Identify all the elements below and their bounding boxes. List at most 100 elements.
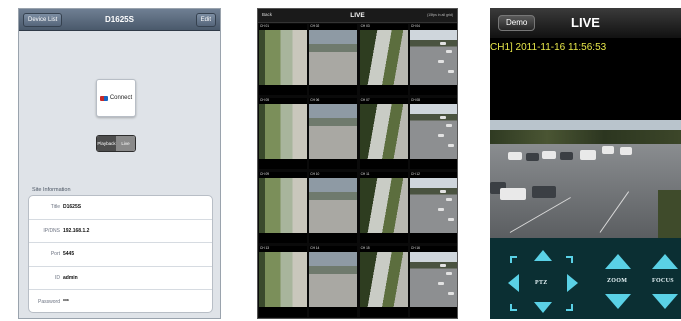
camera-tile[interactable]: CH 15: [359, 246, 408, 317]
zoom-in-icon[interactable]: [605, 254, 631, 269]
channel-label: CH 01: [260, 24, 270, 28]
field-label: ID: [55, 275, 60, 282]
channel-label: CH 08: [410, 98, 420, 102]
camera-feed: [359, 178, 408, 233]
video-car: [500, 188, 526, 200]
field-value: 192.168.1.2: [63, 227, 90, 234]
camera-tile[interactable]: CH 09: [259, 172, 307, 243]
video-car: [437, 208, 444, 211]
field-label: Password: [38, 299, 60, 306]
playback-segment[interactable]: Playback: [97, 136, 116, 151]
camera-tile[interactable]: CH 05: [259, 98, 307, 169]
edit-button[interactable]: Edit: [195, 13, 216, 27]
camera-tile[interactable]: CH 01: [259, 24, 307, 95]
camera-video-view[interactable]: [490, 120, 681, 238]
video-car: [602, 146, 614, 154]
video-car: [542, 151, 556, 159]
zoom-label: ZOOM: [607, 278, 628, 284]
channel-label: CH 11: [360, 172, 370, 176]
channel-label: CH 10: [310, 172, 320, 176]
camera-feed: [309, 252, 358, 307]
video-car: [508, 152, 522, 160]
camera-tile[interactable]: CH 12: [409, 172, 457, 243]
field-label: Title: [50, 204, 60, 211]
live-segment[interactable]: Live: [116, 136, 135, 151]
ptz-right-arrow-icon[interactable]: [567, 274, 578, 292]
camera-tile[interactable]: CH 06: [309, 98, 358, 169]
ptz-up-right-icon[interactable]: [566, 256, 573, 263]
frame-rate-status: (15fps in all grid): [427, 13, 453, 17]
field-row-password[interactable]: Password ***: [29, 290, 212, 312]
ptz-up-arrow-icon[interactable]: [534, 250, 552, 261]
channel-label: CH 09: [260, 172, 270, 176]
field-label: Port: [50, 251, 60, 258]
camera-feed: [309, 178, 358, 233]
video-car: [447, 218, 454, 221]
live-title: LIVE: [571, 15, 600, 30]
section-title: Site Information: [32, 187, 71, 193]
ptz-down-right-icon[interactable]: [566, 304, 573, 311]
camera-feed: [409, 252, 457, 307]
video-car: [439, 42, 446, 45]
field-value: D1625S: [63, 204, 82, 211]
camera-tile[interactable]: CH 04: [409, 24, 457, 95]
camera-tile[interactable]: CH 14: [309, 246, 358, 317]
video-car: [560, 152, 573, 160]
camera-feed: [409, 178, 457, 233]
video-bush: [658, 190, 681, 238]
video-car: [580, 150, 596, 160]
plug-icon: [99, 95, 108, 101]
camera-tile[interactable]: CH 10: [309, 172, 358, 243]
camera-feed: [259, 30, 307, 85]
site-information-group: Title D1625S IP/DNS 192.168.1.2 Port 544…: [28, 195, 213, 313]
video-car: [439, 264, 446, 267]
camera-feed: [309, 104, 358, 159]
video-car: [445, 124, 452, 127]
field-value: 5445: [63, 251, 75, 258]
zoom-out-icon[interactable]: [605, 294, 631, 309]
focus-label: FOCUS: [652, 278, 674, 284]
ptz-down-left-icon[interactable]: [510, 304, 517, 311]
video-car: [447, 144, 454, 147]
connect-button[interactable]: Connect: [96, 79, 136, 117]
camera-tile[interactable]: CH 16: [409, 246, 457, 317]
video-car: [437, 134, 444, 137]
camera-tile[interactable]: CH 02: [309, 24, 358, 95]
video-car: [620, 147, 632, 155]
video-car: [532, 186, 556, 198]
focus-near-icon[interactable]: [652, 254, 678, 269]
mode-segmented-control: Playback Live: [96, 135, 136, 152]
video-sky: [490, 120, 681, 130]
video-car: [445, 272, 452, 275]
camera-feed: [359, 252, 408, 307]
field-value: ***: [63, 299, 69, 306]
focus-far-icon[interactable]: [652, 294, 678, 309]
field-label: IP/DNS: [43, 227, 60, 234]
channel-label: CH 05: [260, 98, 270, 102]
channel-label: CH 03: [360, 24, 370, 28]
camera-tile[interactable]: CH 03: [359, 24, 408, 95]
camera-tile[interactable]: CH 07: [359, 98, 408, 169]
ptz-up-left-icon[interactable]: [510, 256, 517, 263]
camera-feed: [309, 30, 358, 85]
ptz-down-arrow-icon[interactable]: [534, 302, 552, 313]
video-car: [437, 60, 444, 63]
connect-label: Connect: [109, 95, 133, 101]
navigation-bar: Back LIVE (15fps in all grid): [258, 9, 457, 23]
channel-timestamp: CH1] 2011-11-16 11:56:53: [490, 42, 607, 53]
field-row-port[interactable]: Port 5445: [29, 243, 212, 267]
ptz-label: PTZ: [535, 280, 548, 286]
channel-label: CH 06: [310, 98, 320, 102]
channel-label: CH 15: [360, 246, 370, 250]
video-car: [439, 190, 446, 193]
field-row-ip[interactable]: IP/DNS 192.168.1.2: [29, 220, 212, 244]
ptz-left-arrow-icon[interactable]: [508, 274, 519, 292]
field-row-title[interactable]: Title D1625S: [29, 196, 212, 220]
camera-tile[interactable]: CH 11: [359, 172, 408, 243]
camera-tile[interactable]: CH 13: [259, 246, 307, 317]
camera-feed: [259, 252, 307, 307]
camera-tile[interactable]: CH 08: [409, 98, 457, 169]
camera-feed: [359, 104, 408, 159]
field-row-id[interactable]: ID admin: [29, 267, 212, 291]
video-car: [447, 292, 454, 295]
